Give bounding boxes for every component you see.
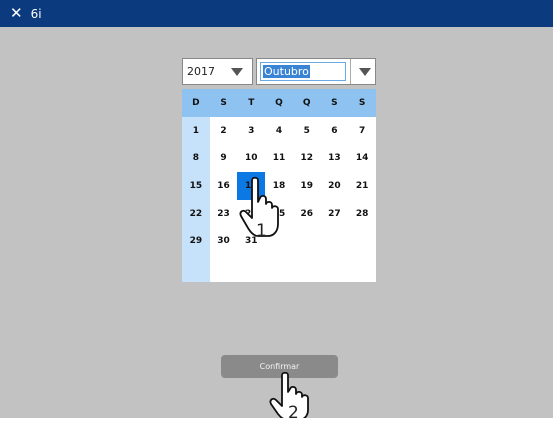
day-cell[interactable]: 13 bbox=[321, 145, 349, 173]
weekday-header: S bbox=[331, 98, 338, 108]
day-cell[interactable]: 15 bbox=[182, 172, 210, 200]
day-cell[interactable]: 11 bbox=[265, 145, 293, 173]
month-input[interactable]: Outubro bbox=[260, 62, 346, 81]
month-value: Outubro bbox=[263, 65, 310, 78]
day-cell[interactable]: 2 bbox=[210, 117, 238, 145]
year-value: 2017 bbox=[187, 65, 215, 78]
day-cell[interactable]: 30 bbox=[210, 227, 238, 255]
day-cell[interactable]: 4 bbox=[265, 117, 293, 145]
day-cell[interactable]: 21 bbox=[348, 172, 376, 200]
day-cell[interactable]: 16 bbox=[210, 172, 238, 200]
day-cell[interactable]: 5 bbox=[293, 117, 321, 145]
year-select[interactable]: 2017 bbox=[182, 58, 253, 85]
hand-pointer-icon: 2 bbox=[269, 372, 309, 421]
weekday-header: S bbox=[220, 98, 227, 108]
close-icon[interactable]: ✕ bbox=[10, 6, 23, 21]
day-cell[interactable]: 6 bbox=[321, 117, 349, 145]
empty-day-cell bbox=[348, 227, 376, 255]
window-title: 6i bbox=[30, 6, 42, 21]
day-cell[interactable]: 22 bbox=[182, 200, 210, 228]
month-select[interactable]: Outubro bbox=[256, 58, 376, 85]
day-cell[interactable]: 29 bbox=[182, 227, 210, 255]
empty-day-cell bbox=[321, 227, 349, 255]
day-cell[interactable]: 20 bbox=[321, 172, 349, 200]
day-cell[interactable]: 3 bbox=[237, 117, 265, 145]
day-cell[interactable]: 14 bbox=[348, 145, 376, 173]
weekday-header: Q bbox=[275, 98, 283, 108]
day-cell[interactable]: 19 bbox=[293, 172, 321, 200]
weekday-header-row: D S T Q Q S S bbox=[182, 89, 376, 117]
day-cell[interactable]: 10 bbox=[237, 145, 265, 173]
day-cell[interactable]: 12 bbox=[293, 145, 321, 173]
day-cell[interactable]: 1 bbox=[182, 117, 210, 145]
weekday-header: D bbox=[192, 98, 200, 108]
weekday-header: S bbox=[358, 98, 366, 108]
day-cell[interactable]: 26 bbox=[293, 200, 321, 228]
dropdown-arrow-icon[interactable] bbox=[231, 67, 243, 76]
dropdown-divider bbox=[350, 59, 351, 84]
day-cell[interactable]: 28 bbox=[348, 200, 376, 228]
day-cell[interactable]: 23 bbox=[210, 200, 238, 228]
day-cell[interactable]: 9 bbox=[210, 145, 238, 173]
empty-day-cell bbox=[293, 227, 321, 255]
day-cell[interactable]: 7 bbox=[348, 117, 376, 145]
hand-pointer-icon: 1 bbox=[239, 176, 279, 240]
title-bar: ✕ 6i bbox=[0, 0, 553, 27]
dropdown-arrow-icon[interactable] bbox=[359, 67, 371, 76]
annotation-label: 1 bbox=[256, 221, 267, 240]
day-cell[interactable]: 8 bbox=[182, 145, 210, 173]
day-cell[interactable]: 27 bbox=[321, 200, 349, 228]
weekday-header: T bbox=[248, 98, 255, 108]
weekday-header: Q bbox=[302, 98, 311, 108]
